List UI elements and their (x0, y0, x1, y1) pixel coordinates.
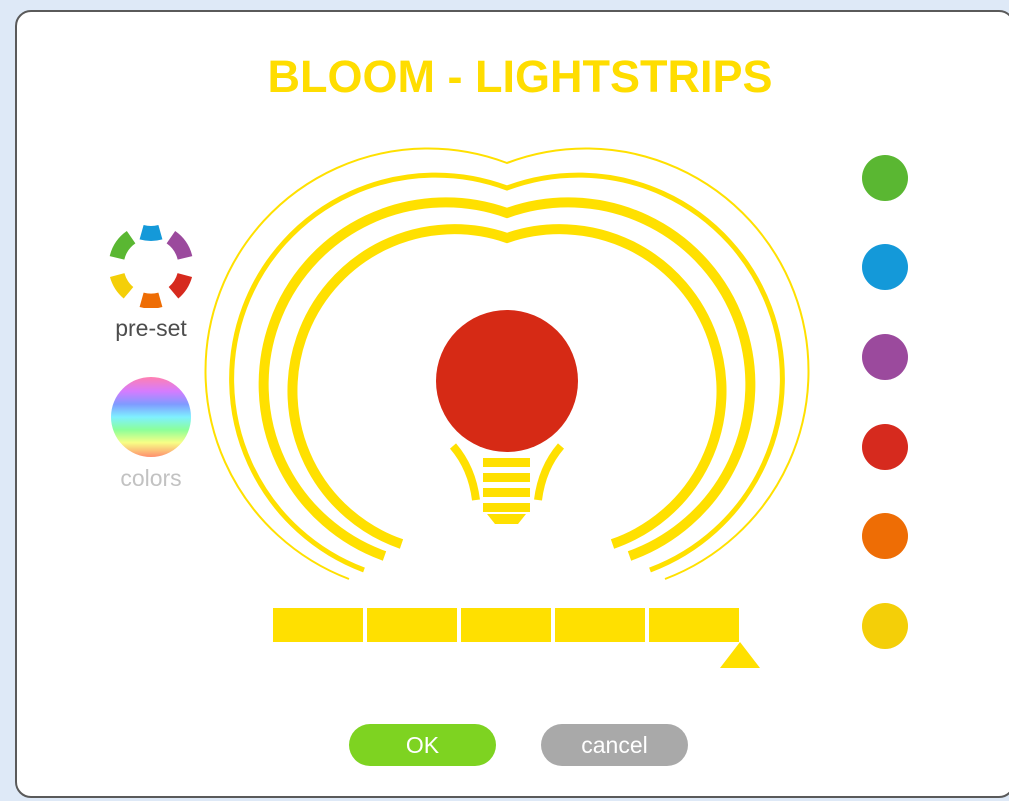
swatch-red[interactable] (862, 424, 908, 470)
brightness-segment[interactable] (649, 608, 739, 642)
bulb-globe-icon (436, 310, 578, 452)
bulb-group (436, 310, 578, 524)
bulb-illustration (204, 147, 810, 580)
brightness-segment[interactable] (273, 608, 363, 642)
swatch-green[interactable] (862, 155, 908, 201)
brightness-segment[interactable] (555, 608, 645, 642)
bulb-tip-icon (487, 514, 526, 524)
bulb-stem-left-icon (449, 443, 480, 501)
swatch-blue[interactable] (862, 244, 908, 290)
cancel-button[interactable]: cancel (541, 724, 688, 766)
brightness-segment[interactable] (367, 608, 457, 642)
swatch-purple[interactable] (862, 334, 908, 380)
ok-button[interactable]: OK (349, 724, 496, 766)
bulb-base-stripe-icon (483, 458, 530, 467)
bulb-stem-right-icon (534, 443, 565, 501)
swatch-yellow[interactable] (862, 603, 908, 649)
bulb-base-stripe-icon (483, 473, 530, 482)
brightness-slider-handle[interactable] (720, 642, 760, 668)
brightness-segment[interactable] (461, 608, 551, 642)
bulb-base-stripe-icon (483, 503, 530, 512)
bulb-base-stripe-icon (483, 488, 530, 497)
swatch-orange[interactable] (862, 513, 908, 559)
